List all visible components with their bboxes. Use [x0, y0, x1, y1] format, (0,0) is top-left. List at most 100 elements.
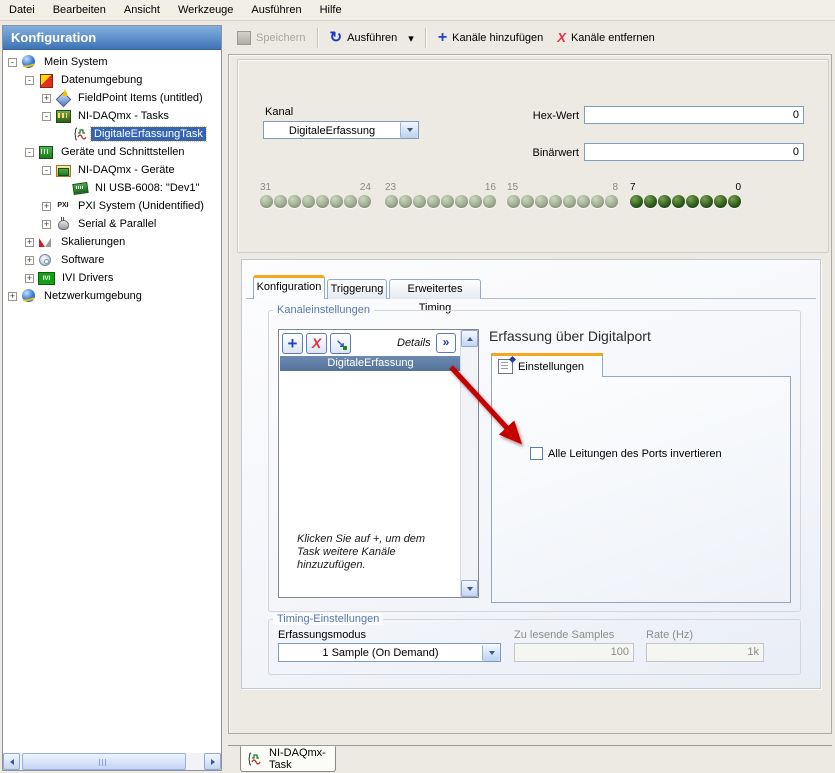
tree-item-geraete[interactable]: - Geräte und Schnittstellen	[3, 143, 221, 161]
led-strip	[507, 195, 618, 208]
scroll-down-button[interactable]	[461, 580, 478, 597]
channel-settings-group-label: Kanaleinstellungen	[273, 304, 374, 316]
tree-item-fieldpoint[interactable]: + FieldPoint Items (untitled)	[3, 89, 221, 107]
expand-icon[interactable]: +	[8, 291, 17, 301]
led-indicator	[302, 195, 315, 208]
expand-icon[interactable]: +	[25, 255, 34, 265]
task-waveform-icon	[248, 752, 261, 766]
menu-werkzeuge[interactable]: Werkzeuge	[169, 1, 242, 19]
acquisition-mode-combobox[interactable]: 1 Sample (On Demand)	[278, 643, 501, 662]
led-indicator	[358, 195, 371, 208]
tree-item-pxi-system[interactable]: + PXI PXI System (Unidentified)	[3, 197, 221, 215]
horizontal-scrollbar[interactable]	[3, 753, 221, 770]
down-arrow-icon	[466, 586, 473, 591]
remove-channel-button[interactable]: X	[306, 333, 327, 354]
invert-lines-row: Alle Leitungen des Ports invertieren	[530, 447, 722, 460]
task-configuration-panel: Konfiguration Triggerung Erweitertes Tim…	[241, 259, 821, 689]
pxi-icon: PXI	[57, 202, 69, 209]
data-environment-icon	[38, 73, 54, 88]
acquisition-heading: Erfassung über Digitalport	[489, 328, 651, 344]
tab-triggerung[interactable]: Triggerung	[327, 279, 387, 299]
channel-listbox: + X ↘ Details » DigitaleErfassung Klicke…	[278, 329, 479, 598]
scroll-right-button[interactable]	[204, 753, 221, 770]
kanal-dropdown-button[interactable]	[400, 122, 418, 138]
binary-value-field[interactable]: 0	[584, 143, 804, 161]
led-indicator	[549, 195, 562, 208]
led-label: 0	[735, 182, 741, 193]
einstellungen-panel: Alle Leitungen des Ports invertieren	[491, 376, 791, 603]
expand-icon[interactable]: +	[42, 93, 51, 103]
chevron-down-icon	[488, 650, 495, 655]
add-channel-hint: Klicken Sie auf +, um dem Task weitere K…	[297, 533, 426, 571]
tree-item-daqmx-tasks[interactable]: - NI-DAQmx - Tasks	[3, 107, 221, 125]
collapse-icon[interactable]: -	[42, 111, 51, 121]
hex-value-field[interactable]: 0	[584, 106, 804, 124]
add-channel-button[interactable]: +	[282, 333, 303, 354]
tree-item-software[interactable]: + Software	[3, 251, 221, 269]
software-cd-icon	[38, 253, 54, 267]
mode-dropdown-button[interactable]	[482, 644, 500, 661]
tree-item-label: Netzwerkumgebung	[44, 290, 142, 302]
tree-item-ivi-drivers[interactable]: + IVI IVI Drivers	[3, 269, 221, 287]
details-expand-button[interactable]: »	[436, 333, 456, 353]
bottom-tab-label: NI-DAQmx-Task	[269, 747, 326, 771]
led-indicator	[630, 195, 643, 208]
ivi-icon: IVI	[38, 272, 55, 285]
tree-item-digitale-erfassung-task[interactable]: DigitaleErfassungTask	[3, 125, 221, 143]
tree-item-skalierungen[interactable]: + Skalierungen	[3, 233, 221, 251]
menu-ansicht[interactable]: Ansicht	[115, 1, 169, 19]
run-dropdown-caret-icon[interactable]: ▾	[408, 32, 414, 45]
scrollbar-thumb[interactable]	[22, 753, 186, 770]
led-group-23-16: 23 16	[385, 182, 496, 208]
menu-bearbeiten[interactable]: Bearbeiten	[44, 1, 115, 19]
tab-ni-daqmx-task[interactable]: NI-DAQmx-Task	[240, 746, 336, 772]
expand-icon[interactable]: +	[42, 201, 51, 211]
invert-lines-checkbox[interactable]	[530, 447, 543, 460]
menu-hilfe[interactable]: Hilfe	[311, 1, 351, 19]
tab-einstellungen[interactable]: Einstellungen	[491, 353, 603, 377]
menu-ausfuehren[interactable]: Ausführen	[242, 1, 310, 19]
tree-item-serial-parallel[interactable]: + Serial & Parallel	[3, 215, 221, 233]
menu-bar: Datei Bearbeiten Ansicht Werkzeuge Ausfü…	[0, 0, 835, 21]
tree-item-datenumgebung[interactable]: - Datenumgebung	[3, 71, 221, 89]
kanal-combobox[interactable]: DigitaleErfassung	[263, 121, 419, 139]
collapse-icon[interactable]: -	[25, 147, 34, 157]
tab-konfiguration[interactable]: Konfiguration	[253, 275, 325, 299]
add-channels-button[interactable]: + Kanäle hinzufügen	[431, 29, 550, 47]
left-arrow-icon	[9, 758, 14, 765]
tab-erweitertes-timing[interactable]: Erweitertes Timing	[389, 279, 481, 314]
led-label: 23	[385, 182, 397, 193]
save-button-label: Speichern	[256, 32, 306, 44]
expand-icon[interactable]: +	[25, 273, 34, 283]
expand-icon[interactable]: +	[25, 237, 34, 247]
assign-scale-button[interactable]: ↘	[330, 333, 351, 354]
run-button[interactable]: ↻ Ausführen ▾	[323, 29, 421, 48]
selected-channel-row[interactable]: DigitaleErfassung	[280, 356, 461, 371]
remove-channels-button[interactable]: X Kanäle entfernen	[550, 29, 661, 47]
scroll-up-button[interactable]	[461, 330, 478, 347]
led-group-15-8: 15 8	[507, 182, 618, 208]
led-indicator	[344, 195, 357, 208]
led-indicator	[644, 195, 657, 208]
expand-icon[interactable]: +	[42, 219, 51, 229]
collapse-icon[interactable]: -	[25, 75, 34, 85]
channel-list-scrollbar[interactable]	[460, 330, 478, 597]
chevron-down-icon	[406, 128, 413, 132]
led-indicator	[577, 195, 590, 208]
tree-item-label: Datenumgebung	[61, 74, 143, 86]
tree-item-label: NI USB-6008: "Dev1"	[95, 182, 200, 194]
rate-label: Rate (Hz)	[646, 629, 694, 641]
tree-item-label: PXI System (Unidentified)	[78, 200, 204, 212]
scroll-left-button[interactable]	[3, 753, 20, 770]
tree-item-label: NI-DAQmx - Tasks	[78, 110, 169, 122]
tree-item-daqmx-geraete[interactable]: - NI-DAQmx - Geräte	[3, 161, 221, 179]
tree-item-netzwerkumgebung[interactable]: + Netzwerkumgebung	[3, 287, 221, 305]
kanal-label: Kanal	[265, 106, 294, 118]
menu-datei[interactable]: Datei	[0, 1, 44, 19]
scrollbar-track[interactable]	[186, 753, 204, 770]
tree-item-usb-6008[interactable]: NI USB-6008: "Dev1"	[3, 179, 221, 197]
collapse-icon[interactable]: -	[42, 165, 51, 175]
tree-item-mein-system[interactable]: - Mein System	[3, 53, 221, 71]
collapse-icon[interactable]: -	[8, 57, 17, 67]
led-indicator	[385, 195, 398, 208]
